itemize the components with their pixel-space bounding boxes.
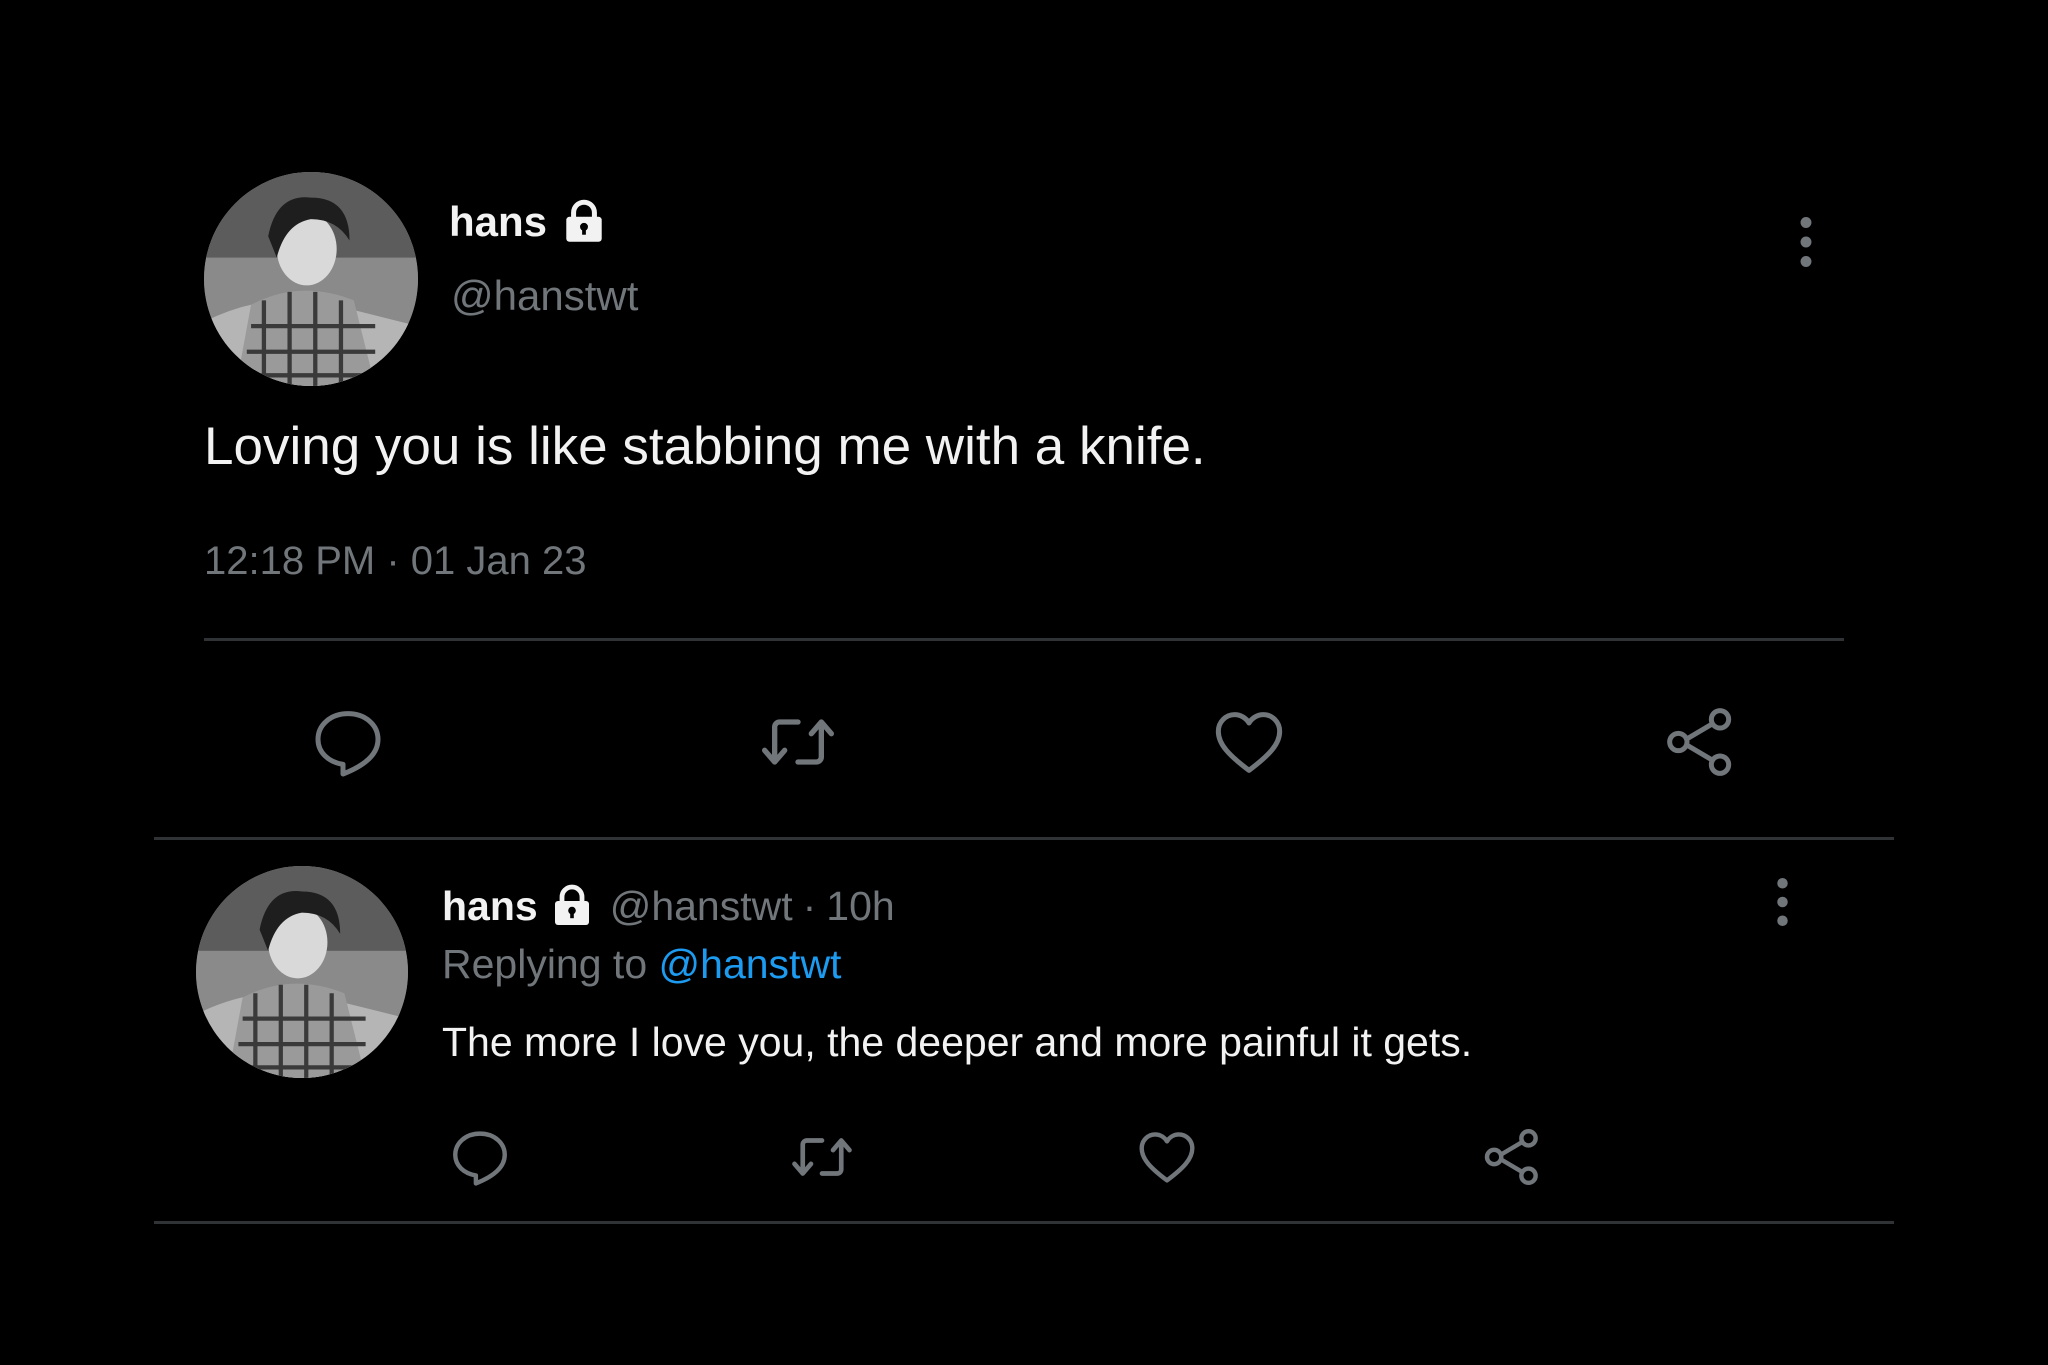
reply-icon [453, 1131, 507, 1186]
tweet-text: Loving you is like stabbing me with a kn… [204, 417, 1206, 476]
divider [154, 837, 1894, 840]
more-vertical-icon [1776, 878, 1788, 926]
divider [154, 1221, 1894, 1224]
display-name[interactable]: hans [449, 198, 547, 246]
retweet-icon [762, 719, 834, 765]
main-tweet-name-row: hans [449, 192, 609, 252]
more-options-button[interactable] [1788, 210, 1824, 274]
reply-tweet-avatar[interactable] [196, 866, 408, 1078]
display-name[interactable]: hans [442, 883, 538, 930]
replying-to-label: Replying to [442, 941, 648, 987]
reply-button[interactable] [438, 1115, 522, 1199]
reply-button[interactable] [300, 694, 396, 790]
share-button[interactable] [1470, 1115, 1554, 1199]
tweet-text: The more I love you, the deeper and more… [442, 1019, 1473, 1065]
reply-icon [315, 711, 381, 777]
user-handle[interactable]: @hanstwt [451, 272, 638, 320]
reply-tweet-header: hans @hanstwt · 10h [442, 877, 895, 935]
user-handle[interactable]: @hanstwt [610, 883, 793, 930]
like-icon [1215, 712, 1283, 773]
share-icon [1484, 1128, 1538, 1186]
like-button[interactable] [1201, 694, 1297, 790]
share-button[interactable] [1652, 694, 1748, 790]
retweet-button[interactable] [750, 694, 846, 790]
tweet-timestamp[interactable]: 12:18 PM · 01 Jan 23 [204, 539, 586, 584]
retweet-button[interactable] [780, 1115, 864, 1199]
replying-to-line: Replying to @hanstwt [442, 941, 841, 988]
replying-to-mention[interactable]: @hanstwt [659, 941, 842, 987]
avatar-photo [196, 866, 408, 1078]
more-options-button[interactable] [1764, 872, 1800, 932]
lock-icon [548, 882, 596, 930]
tweet-time-ago[interactable]: 10h [826, 883, 894, 930]
like-icon [1139, 1132, 1195, 1183]
lock-icon [559, 197, 609, 247]
separator: · [802, 882, 817, 929]
share-icon [1667, 708, 1732, 776]
main-tweet-avatar[interactable] [204, 172, 418, 386]
retweet-icon [792, 1138, 852, 1176]
avatar-photo [204, 172, 418, 386]
like-button[interactable] [1125, 1115, 1209, 1199]
divider [204, 638, 1844, 641]
more-vertical-icon [1800, 217, 1812, 267]
